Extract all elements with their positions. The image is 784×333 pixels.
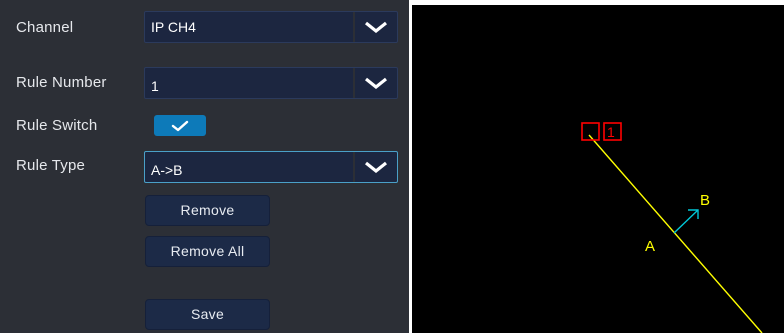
rule-switch-toggle[interactable] [154, 115, 206, 136]
rule-settings-panel: Channel IP CH4 Rule Number 1 Rule Switch [0, 0, 409, 333]
rule-type-select[interactable]: A->B [144, 151, 398, 183]
remove-button[interactable]: Remove [145, 195, 270, 226]
camera-preview-canvas[interactable]: 1 B A [412, 5, 784, 333]
rule-switch-label: Rule Switch [16, 117, 98, 134]
side-b-label: B [700, 192, 711, 209]
rule-number-select[interactable]: 1 [144, 67, 398, 99]
rule-number-label: Rule Number [16, 74, 107, 91]
detection-line[interactable] [588, 134, 763, 333]
chevron-down-icon-glyph [365, 21, 387, 33]
side-a-label: A [645, 238, 656, 255]
save-button[interactable]: Save [145, 299, 270, 330]
chevron-down-icon[interactable] [353, 152, 397, 182]
chevron-down-icon-glyph [365, 161, 387, 173]
chevron-down-icon[interactable] [353, 12, 397, 42]
rule-overlay [581, 122, 763, 333]
checkmark-icon [171, 120, 189, 131]
channel-label: Channel [16, 19, 74, 36]
channel-select[interactable]: IP CH4 [144, 11, 398, 43]
chevron-down-icon[interactable] [353, 68, 397, 98]
rule-id-label: 1 [607, 124, 615, 140]
chevron-down-icon-glyph [365, 77, 387, 89]
channel-select-value: IP CH4 [151, 19, 196, 35]
line-crossing-setup-screen: Channel IP CH4 Rule Number 1 Rule Switch [0, 0, 784, 333]
rule-type-label: Rule Type [16, 157, 86, 174]
remove-all-button[interactable]: Remove All [145, 236, 270, 267]
direction-arrow-shaft [673, 209, 699, 234]
rule-type-select-value: A->B [151, 162, 183, 178]
rule-number-select-value: 1 [151, 78, 159, 94]
